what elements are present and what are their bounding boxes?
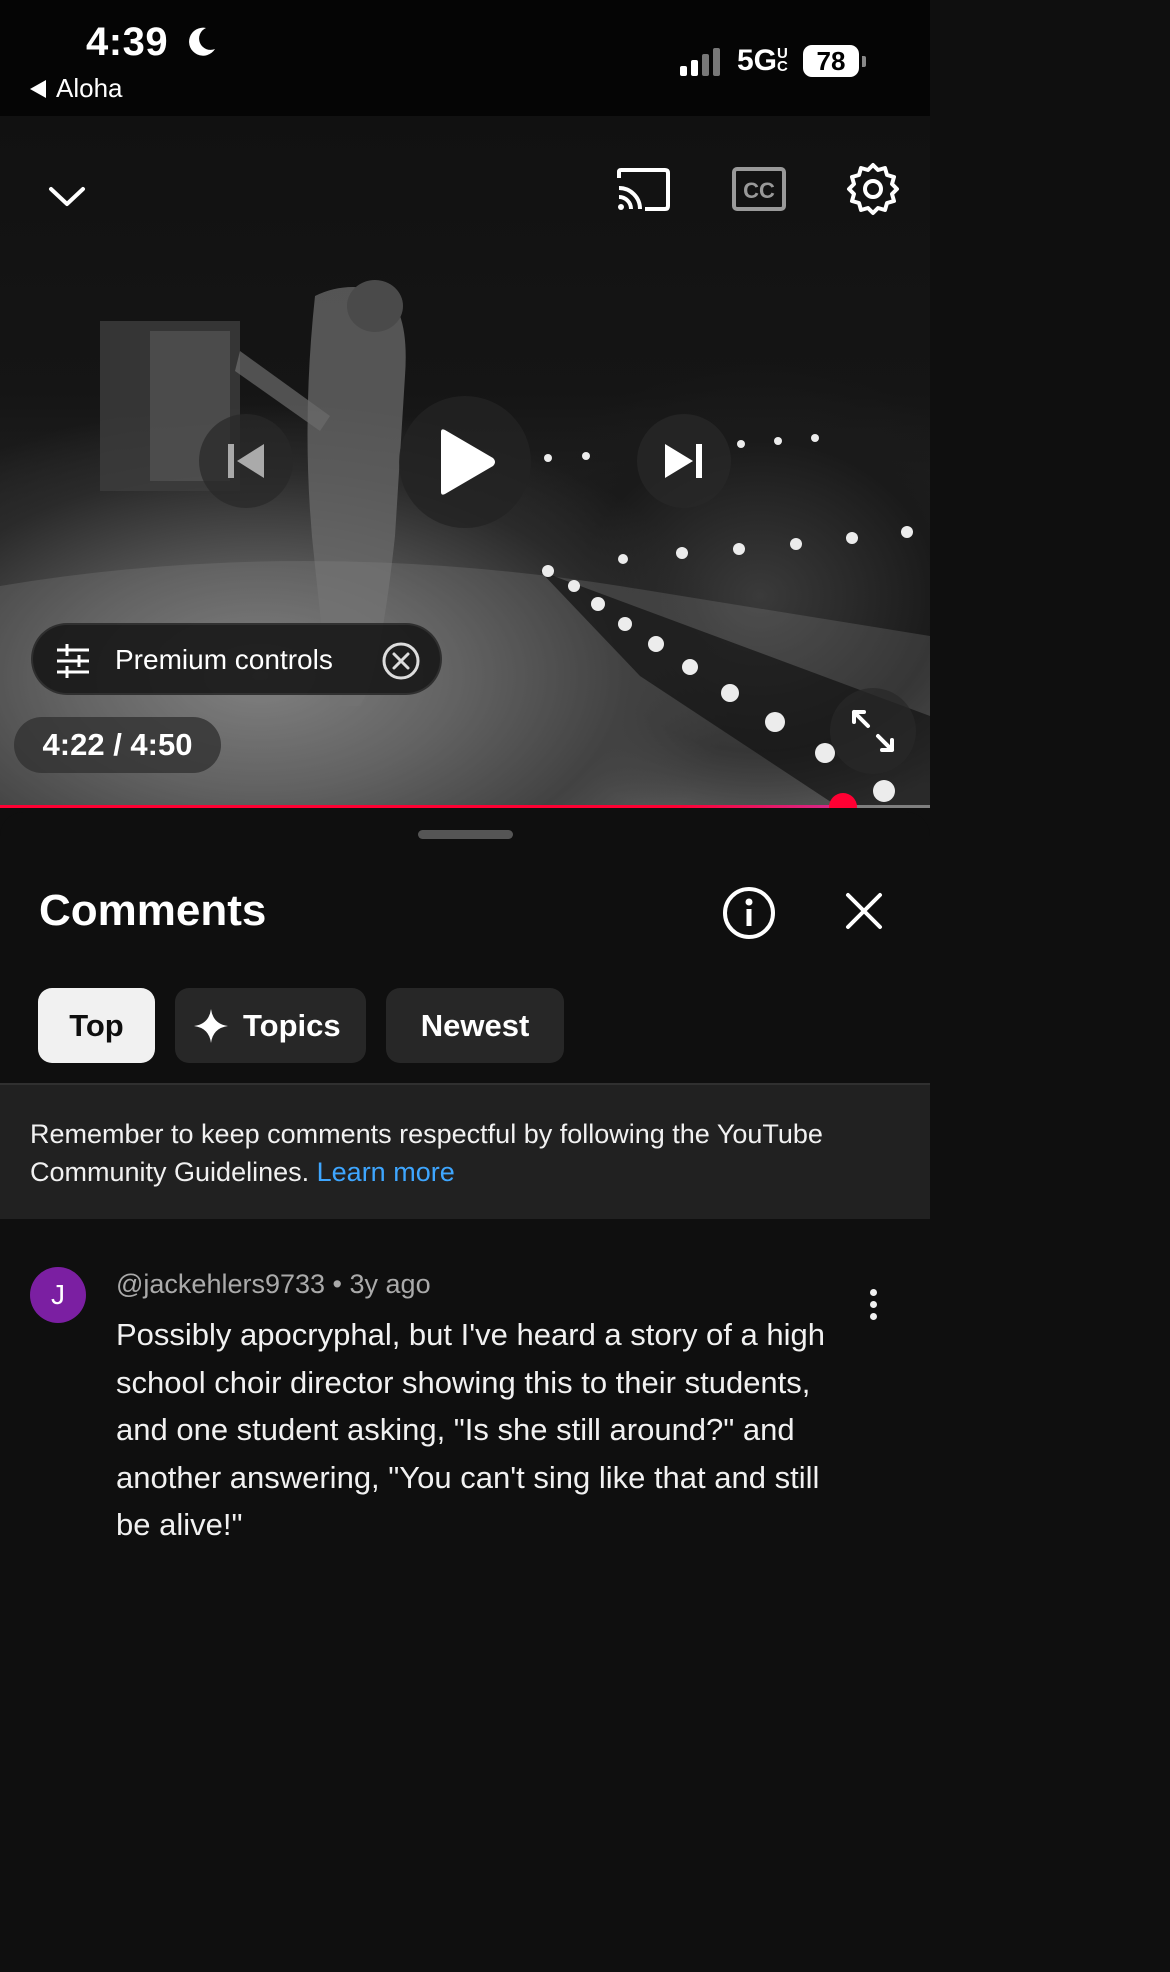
tab-top[interactable]: Top (38, 988, 155, 1063)
tab-topics[interactable]: Topics (175, 988, 366, 1063)
collapse-chevron-icon[interactable] (46, 182, 88, 212)
tab-topics-label: Topics (243, 1007, 341, 1043)
sliders-icon (57, 644, 89, 678)
svg-text:CC: CC (743, 178, 775, 203)
moon-icon (189, 27, 215, 56)
close-circle-icon[interactable] (381, 641, 421, 681)
learn-more-link[interactable]: Learn more (317, 1157, 455, 1187)
previous-icon (228, 444, 264, 478)
back-app-label: Aloha (56, 73, 123, 103)
comment-text: Possibly apocryphal, but I've heard a st… (116, 1317, 825, 1542)
back-arrow-icon (30, 79, 46, 98)
back-to-app-button[interactable]: Aloha (30, 73, 123, 104)
settings-gear-icon[interactable] (846, 162, 900, 216)
close-icon (846, 893, 882, 929)
tab-newest[interactable]: Newest (386, 988, 564, 1063)
network-label: 5GU C (737, 44, 788, 77)
battery-icon: 78 (803, 45, 859, 77)
play-button[interactable] (399, 396, 531, 528)
comment-age: 3y ago (349, 1269, 431, 1299)
previous-button[interactable] (199, 414, 293, 508)
sort-tabs: Top Topics Newest (38, 988, 564, 1063)
comment-author[interactable]: @jackehlers9733 (116, 1269, 325, 1299)
comment-meta: @jackehlers9733 • 3y ago (116, 1269, 431, 1300)
premium-controls-pill[interactable]: Premium controls (31, 623, 442, 695)
status-bar: 4:39 Aloha 5GU C 78 (0, 0, 930, 116)
close-comments-button[interactable] (843, 890, 885, 932)
fullscreen-icon (852, 710, 894, 752)
info-button[interactable] (721, 885, 777, 941)
avatar[interactable]: J (30, 1267, 86, 1323)
community-guidelines-notice: Remember to keep comments respectful by … (0, 1085, 930, 1219)
meta-separator: • (332, 1269, 350, 1299)
more-options-icon[interactable] (858, 1283, 888, 1333)
signal-icon (680, 46, 720, 76)
fullscreen-button[interactable] (830, 688, 916, 774)
cast-icon[interactable] (615, 166, 673, 214)
next-icon (665, 444, 702, 478)
battery-cap (862, 56, 866, 67)
play-icon (441, 429, 495, 495)
clock: 4:39 (86, 20, 169, 64)
sparkle-icon (194, 1008, 228, 1043)
comments-title: Comments (39, 886, 267, 935)
info-icon (723, 887, 775, 939)
next-button[interactable] (637, 414, 731, 508)
video-player[interactable]: CC Premium controls 4:22 / 4:50 (0, 116, 930, 808)
premium-controls-label: Premium controls (115, 644, 333, 675)
progress-bar[interactable] (0, 793, 930, 808)
progress-fill (0, 805, 843, 808)
cc-icon[interactable]: CC (731, 166, 787, 212)
time-display: 4:22 / 4:50 (14, 717, 221, 773)
comments-panel: Comments Top Topics Newest Remember to k… (0, 812, 930, 1568)
drag-handle[interactable] (418, 830, 513, 839)
